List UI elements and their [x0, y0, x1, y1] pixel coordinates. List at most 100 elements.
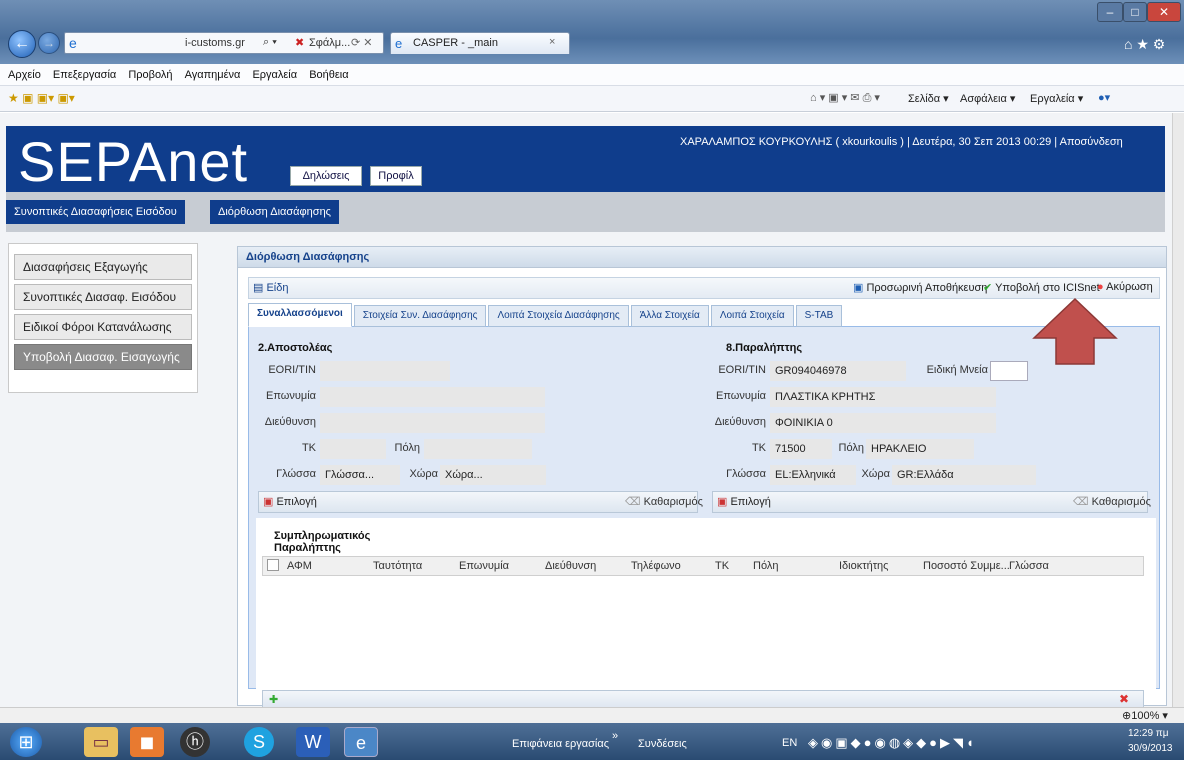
- app-logo[interactable]: SEPAnet: [18, 132, 248, 192]
- col-id[interactable]: Ταυτότητα: [373, 560, 422, 572]
- zoom-control[interactable]: ⊕100% ▾: [1122, 709, 1168, 722]
- special-mention-field[interactable]: [990, 361, 1028, 381]
- col-share[interactable]: Ποσοστό Συμμε...: [923, 560, 1010, 572]
- safety-menu[interactable]: Ασφάλεια ▾: [960, 92, 1015, 105]
- consignee-name-field[interactable]: ΠΛΑΣΤΙΚΑ ΚΡΗΤΗΣ: [770, 387, 996, 407]
- tab-close-icon[interactable]: ×: [549, 36, 555, 48]
- tab-parties[interactable]: Συναλλασσόμενοι: [248, 303, 352, 327]
- hp-icon[interactable]: ⓗ: [180, 727, 210, 757]
- start-button[interactable]: ⊞: [10, 727, 42, 757]
- consignee-country-field[interactable]: GR:Ελλάδα: [892, 465, 1036, 485]
- clock-date[interactable]: 30/9/2013: [1128, 743, 1173, 754]
- page-menu[interactable]: Σελίδα ▾: [908, 92, 949, 105]
- close-window-button[interactable]: ✕: [1147, 2, 1181, 22]
- consignor-lang-field[interactable]: Γλώσσα...: [320, 465, 400, 485]
- search-icon[interactable]: ⌕ ▾: [263, 36, 277, 49]
- consignor-address-field[interactable]: [320, 413, 545, 433]
- col-phone[interactable]: Τηλέφωνο: [631, 560, 681, 572]
- address-bar[interactable]: e i-customs.gr ⌕ ▾ ✖ Σφάλμ... ⟳ ✕: [64, 32, 384, 54]
- breadcrumb-summary-declarations[interactable]: Συνοπτικές Διασαφήσεις Εισόδου: [6, 200, 185, 224]
- tray-icons[interactable]: ◈◉▣◆●◉◍◈◆●▶◥◖: [808, 735, 977, 751]
- col-city[interactable]: Πόλη: [753, 560, 778, 572]
- consignee-clear-button[interactable]: ⌫ Καθαρισμός: [1073, 495, 1151, 508]
- annotation-arrow-icon: [1032, 297, 1118, 365]
- nav-profile[interactable]: Προφίλ: [370, 166, 422, 186]
- zoom-icon: ⊕: [1122, 710, 1132, 722]
- certificate-error-text[interactable]: Σφάλμ...: [309, 37, 350, 49]
- home-star-gear-icons[interactable]: ⌂ ★ ⚙: [1124, 36, 1165, 53]
- panel-title: Διόρθωση Διασάφησης: [237, 246, 1167, 268]
- col-name[interactable]: Επωνυμία: [459, 560, 509, 572]
- minimize-button[interactable]: –: [1097, 2, 1123, 22]
- back-button[interactable]: ←: [8, 30, 36, 58]
- consignor-eori-field[interactable]: [320, 361, 450, 381]
- menu-edit[interactable]: Επεξεργασία: [53, 69, 116, 81]
- breadcrumb-edit-declaration[interactable]: Διόρθωση Διασάφησης: [210, 200, 339, 224]
- menu-favorites[interactable]: Αγαπημένα: [185, 69, 241, 81]
- consignee-eori-field[interactable]: GR094046978: [770, 361, 906, 381]
- col-address[interactable]: Διεύθυνση: [545, 560, 596, 572]
- sidebar-item-exports[interactable]: Διασαφήσεις Εξαγωγής: [14, 254, 192, 280]
- consignee-lang-field[interactable]: EL:Ελληνικά: [770, 465, 856, 485]
- eraser-icon: ⌫: [1073, 496, 1089, 508]
- consignor-country-field[interactable]: Χώρα...: [440, 465, 546, 485]
- refresh-icon[interactable]: ⟳ ✕: [351, 36, 373, 49]
- tools-menu[interactable]: Εργαλεία ▾: [1030, 92, 1083, 105]
- consignee-select-button[interactable]: ▣ Επιλογή: [717, 495, 771, 508]
- tab-misc-data[interactable]: Λοιπά Στοιχεία: [710, 305, 794, 327]
- consignor-select-button[interactable]: ▣ Επιλογή: [263, 495, 317, 508]
- add-icon[interactable]: ✚: [269, 693, 278, 706]
- help-icon[interactable]: ●▾: [1098, 91, 1110, 104]
- col-afm[interactable]: ΑΦΜ: [287, 560, 312, 572]
- select-all-checkbox[interactable]: [267, 559, 279, 571]
- consignee-address-field[interactable]: ΦΟΙΝΙΚΙΑ 0: [770, 413, 996, 433]
- maximize-button[interactable]: □: [1123, 2, 1147, 22]
- ie-taskbar-icon[interactable]: e: [344, 727, 378, 757]
- zoom-value: 100%: [1131, 710, 1160, 722]
- menu-tools[interactable]: Εργαλεία: [252, 69, 297, 81]
- save-temp-button[interactable]: ▣ Προσωρινή Αποθήκευση: [853, 281, 987, 294]
- tab-other-data[interactable]: Άλλα Στοιχεία: [630, 305, 709, 327]
- favorites-icons[interactable]: ★ ▣ ▣▾ ▣▾: [8, 91, 75, 105]
- tab-s-tab[interactable]: S-TAB: [795, 305, 843, 327]
- items-button[interactable]: ▤ Είδη: [253, 281, 289, 294]
- consignee-city-field[interactable]: ΗΡΑΚΛΕΙΟ: [866, 439, 974, 459]
- skype-icon[interactable]: S: [244, 727, 274, 757]
- sidebar-item-excise[interactable]: Ειδικοί Φόροι Κατανάλωσης: [14, 314, 192, 340]
- user-info[interactable]: ΧΑΡΑΛΑΜΠΟΣ ΚΟΥΡΚΟΥΛΗΣ ( xkourkoulis ) | …: [680, 136, 1123, 148]
- forward-button[interactable]: →: [38, 32, 60, 54]
- cancel-button[interactable]: ● Ακύρωση: [1097, 281, 1153, 293]
- consignee-zip-field[interactable]: 71500: [770, 439, 832, 459]
- browser-tab[interactable]: e CASPER - _main ×: [390, 32, 570, 54]
- save-temp-label: Προσωρινή Αποθήκευση: [866, 282, 988, 294]
- menu-view[interactable]: Προβολή: [128, 69, 172, 81]
- language-indicator[interactable]: EN: [782, 737, 797, 749]
- col-owner[interactable]: Ιδιοκτήτης: [839, 560, 888, 572]
- explorer-icon[interactable]: ▭: [84, 727, 118, 757]
- consignor-name-field[interactable]: [320, 387, 545, 407]
- menu-file[interactable]: Αρχείο: [8, 69, 41, 81]
- toolbar-expand-icon[interactable]: »: [612, 730, 618, 742]
- desktop-toolbar[interactable]: Επιφάνεια εργασίας: [512, 738, 609, 750]
- tab-summary-data[interactable]: Στοιχεία Συν. Διασάφησης: [353, 305, 487, 327]
- tab-title: CASPER - _main: [413, 37, 498, 49]
- consignor-zip-field[interactable]: [320, 439, 386, 459]
- links-toolbar[interactable]: Συνδέσεις: [638, 738, 687, 750]
- tab-other-decl-data[interactable]: Λοιπά Στοιχεία Διασάφησης: [488, 305, 629, 327]
- col-zip[interactable]: ΤΚ: [715, 560, 729, 572]
- sidebar-item-import-submit[interactable]: Υποβολή Διασαφ. Εισαγωγής: [14, 344, 192, 370]
- vertical-scrollbar[interactable]: [1172, 113, 1184, 707]
- menu-help[interactable]: Βοήθεια: [309, 69, 348, 81]
- nav-declarations[interactable]: Δηλώσεις: [290, 166, 362, 186]
- submit-icisnet-button[interactable]: ✔ Υποβολή στο ICISnet: [983, 281, 1100, 294]
- word-icon[interactable]: W: [296, 727, 330, 757]
- sidebar-item-summary-entry[interactable]: Συνοπτικές Διασαφ. Εισόδου: [14, 284, 192, 310]
- clock-time[interactable]: 12:29 πμ: [1128, 728, 1168, 739]
- home-feeds-print-icons[interactable]: ⌂ ▾ ▣ ▾ ✉ ⎙ ▾: [810, 91, 880, 105]
- col-language[interactable]: Γλώσσα: [1009, 560, 1049, 572]
- delete-icon[interactable]: ✖: [1119, 692, 1129, 706]
- consignor-city-field[interactable]: [424, 439, 532, 459]
- address-text: i-customs.gr: [185, 37, 245, 49]
- media-player-icon[interactable]: ◼: [130, 727, 164, 757]
- consignor-clear-button[interactable]: ⌫ Καθαρισμός: [625, 495, 703, 508]
